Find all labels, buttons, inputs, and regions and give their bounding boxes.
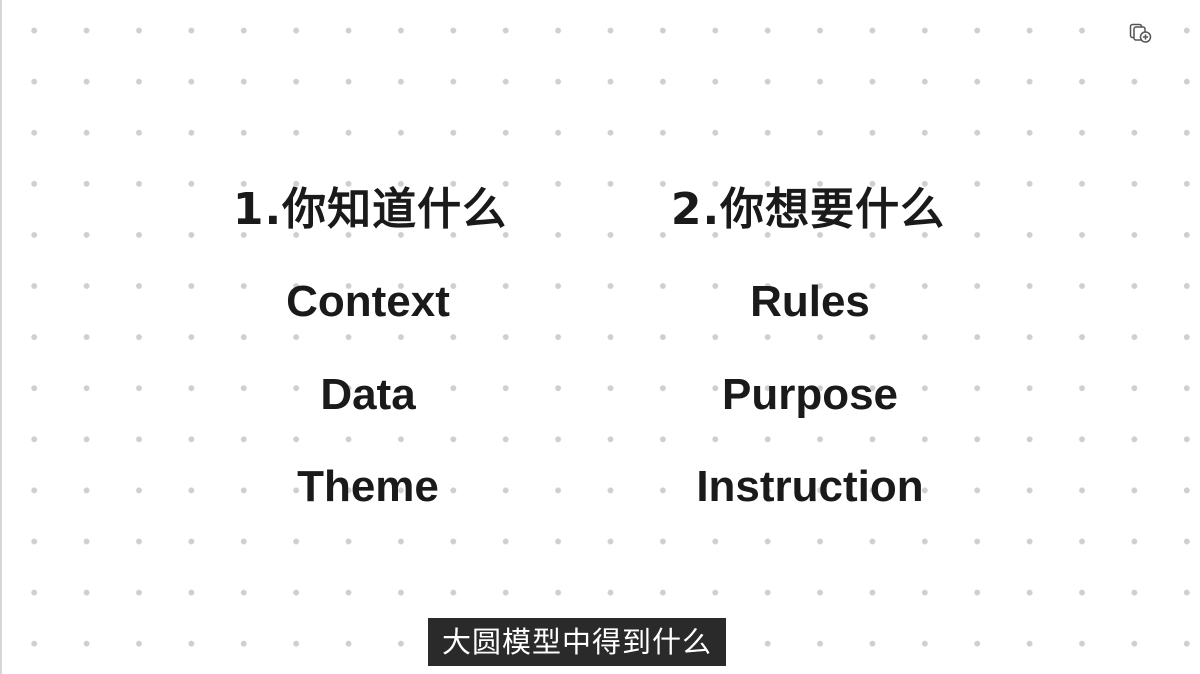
term-theme: Theme (297, 462, 439, 511)
term-rules: Rules (750, 277, 870, 326)
slide-canvas: 1.你知道什么 Context Data Theme 2.你想要什么 Rules… (0, 0, 1200, 674)
wanted-heading: 2.你想要什么 (670, 184, 946, 235)
known-heading: 1.你知道什么 (232, 184, 508, 235)
term-data: Data (320, 370, 416, 419)
term-instruction: Instruction (696, 462, 924, 511)
cards-add-icon[interactable] (1128, 22, 1154, 44)
term-purpose: Purpose (721, 370, 899, 419)
subtitle-caption: 大圆模型中得到什么 (428, 618, 726, 666)
term-context: Context (286, 277, 450, 326)
